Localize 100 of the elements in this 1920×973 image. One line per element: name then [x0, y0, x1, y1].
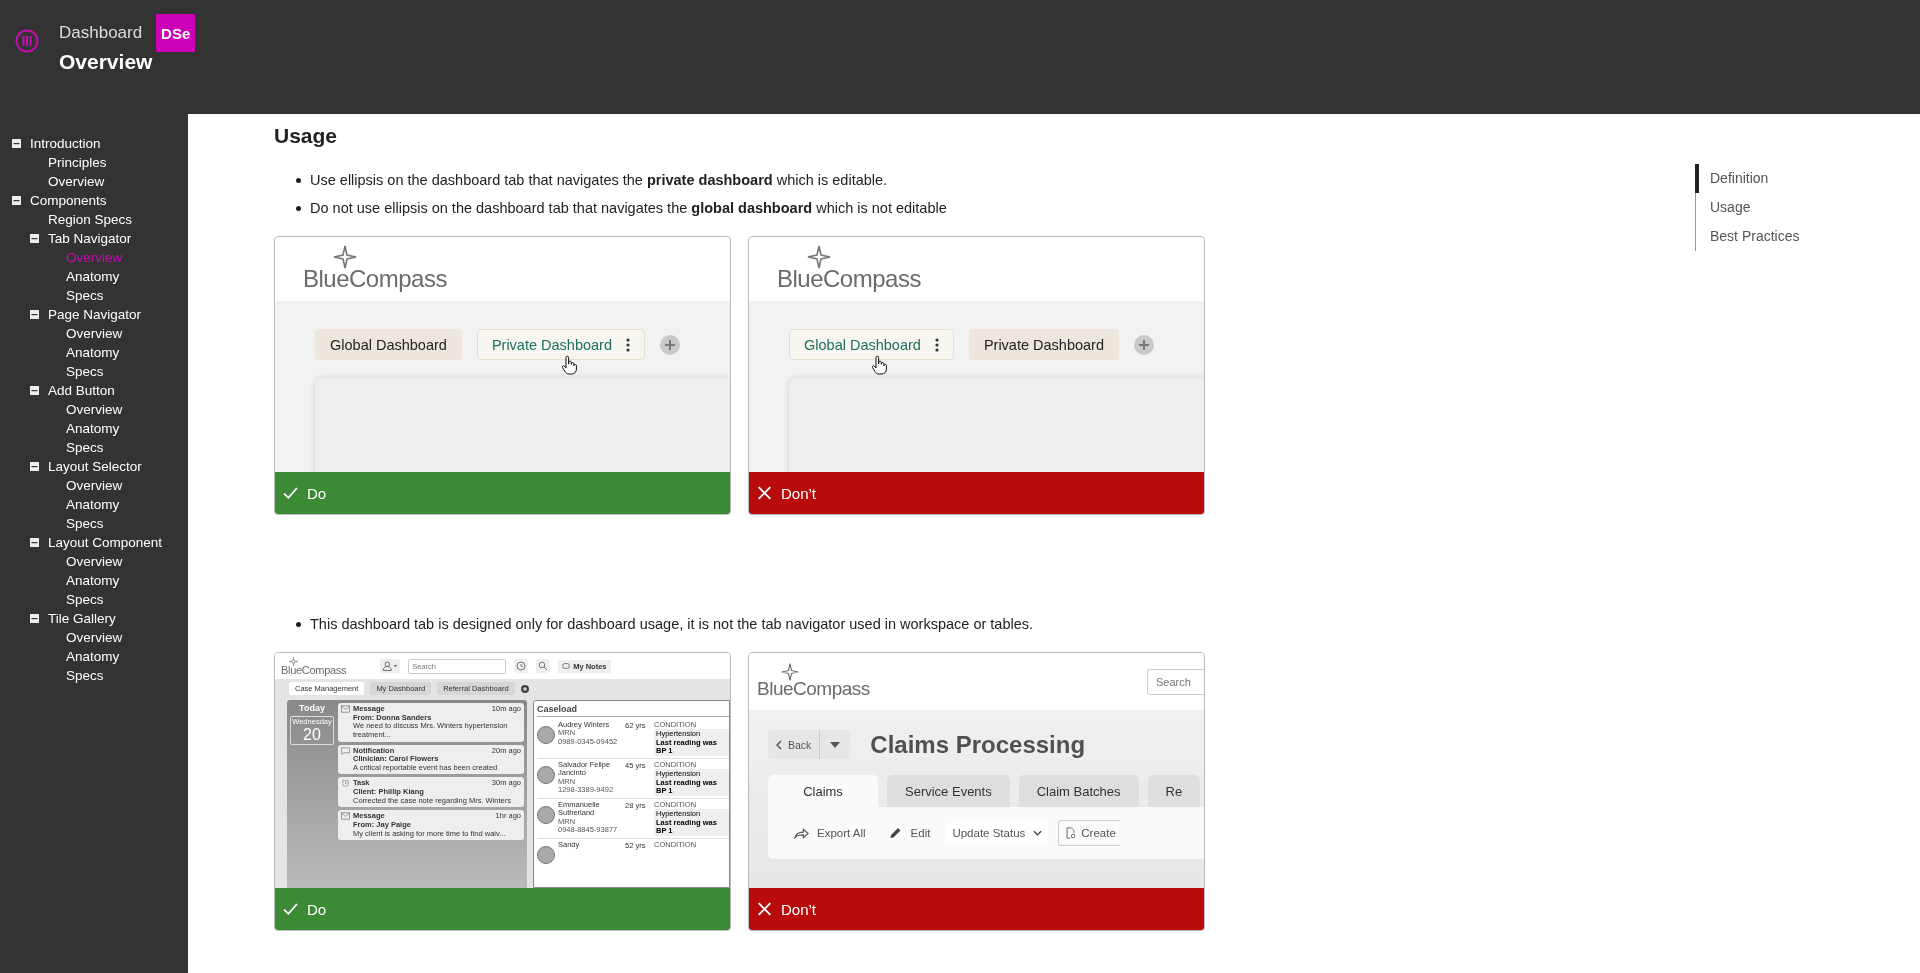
- today-title: Today: [299, 703, 325, 713]
- dashboard-tab[interactable]: Private Dashboard: [476, 329, 645, 360]
- collapse-icon[interactable]: [30, 538, 39, 547]
- check-icon: [283, 486, 298, 500]
- usage-text: This dashboard tab is designed only for dashboard usage, it is not the tab navigator used in workspace or tables.: [310, 615, 1034, 634]
- screen-tab[interactable]: Service Events: [887, 775, 1010, 807]
- collapse-icon[interactable]: [12, 139, 21, 148]
- verdict-label: Don’t: [781, 900, 817, 918]
- check-icon: [283, 902, 298, 916]
- avatar-circle: [537, 766, 555, 784]
- close-icon: [757, 486, 772, 500]
- sidebar-item[interactable]: Anatomy: [66, 497, 120, 512]
- kebab-icon[interactable]: [934, 337, 939, 352]
- collapse-icon[interactable]: [30, 310, 39, 319]
- sidebar-item[interactable]: Region Specs: [48, 212, 133, 227]
- collapse-icon[interactable]: [30, 614, 39, 623]
- logo-badge: DSe: [156, 14, 196, 52]
- sidebar-item[interactable]: Overview: [66, 326, 123, 341]
- page-nav-link[interactable]: Usage: [1695, 193, 1920, 222]
- sidebar-item[interactable]: Specs: [66, 288, 104, 303]
- logo-text: BlueCompass: [777, 265, 921, 293]
- caret-icon[interactable]: [830, 741, 841, 748]
- collapse-icon[interactable]: [30, 386, 39, 395]
- section-name: Dashboard: [59, 23, 143, 43]
- search-field[interactable]: Search: [1147, 668, 1204, 695]
- sidebar-item[interactable]: Specs: [66, 516, 104, 531]
- sidebar-item[interactable]: Specs: [66, 364, 104, 379]
- verdict-label: Don’t: [781, 484, 817, 502]
- add-icon[interactable]: [520, 684, 529, 693]
- toolbar-button[interactable]: Edit: [881, 823, 937, 843]
- sidebar-item[interactable]: Introduction: [30, 136, 101, 151]
- sidebar-item[interactable]: Overview: [66, 402, 123, 417]
- logo-text: BlueCompass: [281, 663, 347, 676]
- sidebar-item[interactable]: Anatomy: [66, 269, 120, 284]
- close-icon: [757, 902, 772, 916]
- toolbar-button[interactable]: Create: [1058, 820, 1120, 846]
- sidebar-item[interactable]: Anatomy: [66, 345, 120, 360]
- back-label: Back: [788, 738, 812, 751]
- sidebar-item[interactable]: Page Navigator: [48, 307, 142, 322]
- sidebar-item[interactable]: Specs: [66, 440, 104, 455]
- hand-cursor-icon: [560, 355, 577, 375]
- sidebar-item[interactable]: Specs: [66, 592, 104, 607]
- sidebar-item[interactable]: Anatomy: [66, 649, 120, 664]
- alarm-clock-icon: [341, 779, 350, 788]
- toolbar-button[interactable]: Export All: [788, 823, 872, 843]
- envelope-icon: [341, 812, 350, 821]
- screen-tab[interactable]: Re: [1147, 775, 1201, 807]
- add-icon[interactable]: [660, 334, 680, 355]
- notes-icon: [562, 662, 571, 670]
- back-button-group[interactable]: Back: [768, 730, 851, 759]
- usage-text: Use ellipsis on the dashboard tab that navigates the private dashboard which is editable.: [310, 171, 888, 190]
- sidebar-item[interactable]: Anatomy: [66, 421, 120, 436]
- bullet-icon: [296, 621, 301, 627]
- caseload-title: Caseload: [537, 704, 729, 717]
- sidebar-item[interactable]: Principles: [48, 155, 107, 170]
- clock-icon[interactable]: [514, 659, 529, 673]
- sidebar-item[interactable]: Overview: [48, 174, 105, 189]
- logo-text: BlueCompass: [757, 678, 870, 700]
- page-nav-link[interactable]: Best Practices: [1695, 222, 1920, 251]
- collapse-icon[interactable]: [30, 234, 39, 243]
- sidebar-item[interactable]: Layout Selector: [48, 459, 142, 474]
- bullet-icon: [296, 177, 301, 183]
- chevron-down-icon: [1033, 830, 1043, 836]
- sidebar-item[interactable]: Anatomy: [66, 573, 120, 588]
- usage-text: Do not use ellipsis on the dashboard tab that navigates the global dashboard which is not editable: [310, 199, 947, 218]
- kebab-icon[interactable]: [626, 337, 630, 352]
- search-icon[interactable]: [536, 659, 551, 673]
- sidebar-item[interactable]: Specs: [66, 668, 104, 683]
- dashboard-tab[interactable]: Global Dashboard: [789, 329, 954, 360]
- avatar-circle: [537, 846, 555, 864]
- star-logo-icon: [807, 245, 831, 269]
- bullet-icon: [296, 205, 301, 211]
- avatar-circle: [537, 806, 555, 824]
- share-arrow-icon: [794, 827, 809, 839]
- avatar-circle: [537, 726, 555, 744]
- sidebar-item[interactable]: Layout Component: [48, 535, 163, 550]
- collapse-icon[interactable]: [30, 462, 39, 471]
- verdict-label: Do: [307, 900, 327, 918]
- sidebar-item[interactable]: Tab Navigator: [48, 231, 132, 246]
- screen-tab[interactable]: Claim Batches: [1018, 775, 1139, 807]
- envelope-icon: [341, 705, 350, 713]
- page-nav-link[interactable]: Definition: [1695, 164, 1920, 193]
- hand-cursor-icon: [871, 355, 888, 375]
- sidebar-item[interactable]: Overview: [66, 554, 123, 569]
- dashboard-tab[interactable]: Private Dashboard: [968, 329, 1119, 360]
- speech-bubble-icon: [341, 746, 350, 755]
- sidebar-item[interactable]: Overview: [66, 478, 123, 493]
- sidebar-item[interactable]: Add Button: [48, 383, 115, 398]
- sidebar-item[interactable]: Components: [30, 193, 107, 208]
- collapse-icon[interactable]: [12, 196, 21, 205]
- dashboard-tab[interactable]: Global Dashboard: [315, 329, 462, 360]
- sidebar-item[interactable]: Overview: [66, 630, 123, 645]
- menu-icon[interactable]: [15, 29, 39, 53]
- toolbar-button[interactable]: Update Status: [946, 823, 1049, 843]
- sidebar-item[interactable]: Tile Gallery: [48, 611, 116, 626]
- logo-text: BlueCompass: [303, 265, 447, 293]
- section-heading: Usage: [274, 124, 339, 148]
- user-icon[interactable]: [380, 659, 401, 673]
- screen-tab[interactable]: Claims: [768, 775, 878, 807]
- add-icon[interactable]: [1134, 334, 1154, 355]
